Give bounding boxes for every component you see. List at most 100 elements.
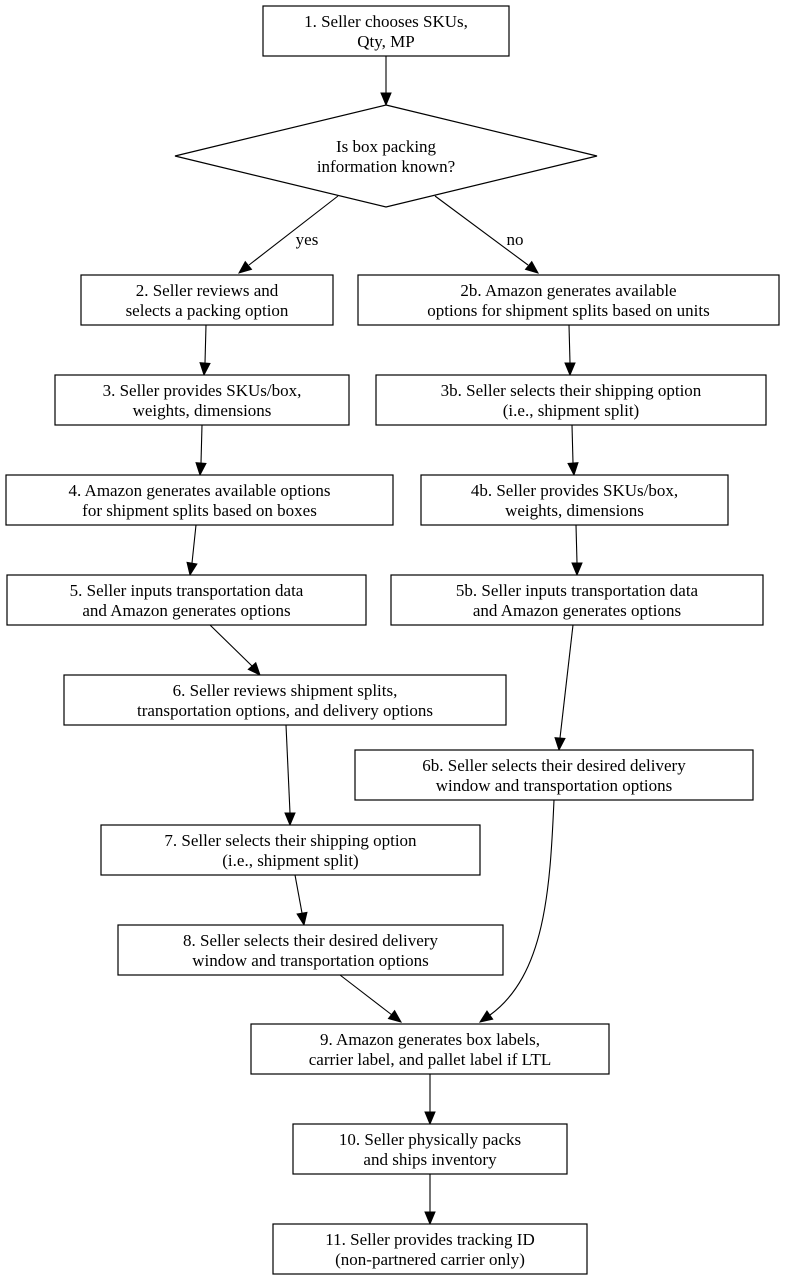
node-n9: 9. Amazon generates box labels,carrier l… (250, 1023, 610, 1075)
arrowhead (195, 462, 207, 477)
edge-n4b-n5b (571, 524, 583, 577)
node-label-line: for shipment splits based on boxes (82, 501, 317, 520)
edge-n2b-n3b (564, 324, 576, 377)
node-n4b: 4b. Seller provides SKUs/box,weights, di… (420, 474, 729, 526)
node-label-line: transportation options, and delivery opt… (137, 701, 433, 720)
edge-line (191, 524, 197, 564)
edge-n4-n5 (186, 524, 198, 577)
node-label-line: Qty, MP (357, 32, 414, 51)
node-n10: 10. Seller physically packsand ships inv… (292, 1123, 568, 1175)
node-label-line: 10. Seller physically packs (339, 1130, 521, 1149)
node-label-line: 4b. Seller provides SKUs/box, (471, 481, 678, 500)
node-n2: 2. Seller reviews andselects a packing o… (80, 274, 334, 326)
arrowhead (296, 911, 308, 927)
arrowhead (567, 462, 579, 477)
node-n3b: 3b. Seller selects their shipping option… (375, 374, 767, 426)
edge-line (200, 424, 203, 464)
decision-diamond (174, 104, 598, 208)
edge-n5-n6 (209, 624, 261, 676)
edge-line (568, 324, 571, 364)
node-label-line: 2. Seller reviews and (136, 281, 279, 300)
node-n7: 7. Seller selects their shipping option(… (100, 824, 481, 876)
arrowhead (524, 260, 540, 274)
node-label-line: (non-partnered carrier only) (335, 1250, 525, 1269)
node-label-line: 2b. Amazon generates available (460, 281, 676, 300)
edge-line (204, 324, 207, 364)
edge-n5b-n6b (554, 624, 574, 752)
node-n4: 4. Amazon generates available optionsfor… (5, 474, 394, 526)
edge-line (489, 799, 555, 1016)
arrowhead (186, 561, 198, 577)
node-label-line: 9. Amazon generates box labels, (320, 1030, 540, 1049)
node-n1: 1. Seller chooses SKUs,Qty, MP (262, 5, 510, 57)
node-label-line: 7. Seller selects their shipping option (164, 831, 417, 850)
edge-n6b-n9 (478, 799, 555, 1023)
arrowhead (199, 362, 211, 377)
edge-d-n2b: no (434, 195, 540, 274)
node-n8: 8. Seller selects their desired delivery… (117, 924, 504, 976)
edge-line (294, 874, 303, 914)
arrowhead (424, 1111, 436, 1126)
node-label-line: window and transportation options (192, 951, 429, 970)
node-n5: 5. Seller inputs transportation dataand … (6, 574, 367, 626)
edge-n2-n3 (199, 324, 211, 377)
node-n3: 3. Seller provides SKUs/box,weights, dim… (54, 374, 350, 426)
node-label-line: information known? (317, 157, 455, 176)
node-n6b: 6b. Seller selects their desired deliver… (354, 749, 754, 801)
edge-n1-d (380, 56, 392, 107)
arrowhead (380, 92, 392, 107)
edge-d-n2: yes (237, 195, 339, 274)
node-label-line: (i.e., shipment split) (503, 401, 639, 420)
edge-n10-n11 (424, 1174, 436, 1226)
edge-line (248, 195, 339, 266)
arrowhead (237, 260, 253, 274)
node-label-line: 11. Seller provides tracking ID (325, 1230, 534, 1249)
edge-n8-n9 (339, 974, 403, 1023)
edge-n3b-n4b (567, 424, 579, 477)
node-label-line: weights, dimensions (505, 501, 644, 520)
node-n2b: 2b. Amazon generates availableoptions fo… (357, 274, 780, 326)
node-label-line: and Amazon generates options (82, 601, 290, 620)
edge-n3-n4 (195, 424, 207, 477)
node-label-line: 5. Seller inputs transportation data (70, 581, 304, 600)
edge-n9-n10 (424, 1074, 436, 1126)
arrowhead (284, 812, 296, 827)
node-label-line: Is box packing (336, 137, 437, 156)
arrowhead (554, 737, 566, 752)
flowchart: yes no 1. Seller chooses SKUs,Qty, MP Is bo… (5, 5, 780, 1275)
edge-line (575, 524, 578, 564)
node-label-line: 3. Seller provides SKUs/box, (103, 381, 302, 400)
node-label-line: weights, dimensions (133, 401, 272, 420)
edge-label: no (507, 230, 524, 249)
node-n5b: 5b. Seller inputs transportation dataand… (390, 574, 764, 626)
edge-label: yes (296, 230, 319, 249)
arrowhead (478, 1010, 494, 1023)
edge-line (339, 974, 393, 1016)
arrowhead (571, 562, 583, 577)
node-label-line: 8. Seller selects their desired delivery (183, 931, 438, 950)
arrowhead (387, 1009, 403, 1023)
edge-line (571, 424, 574, 464)
node-label-line: selects a packing option (126, 301, 289, 320)
edge-n6-n7 (284, 724, 296, 827)
edge-line (285, 724, 291, 814)
node-label-line: 6. Seller reviews shipment splits, (173, 681, 398, 700)
node-label-line: 5b. Seller inputs transportation data (456, 581, 699, 600)
node-label-line: (i.e., shipment split) (222, 851, 358, 870)
node-label-line: 3b. Seller selects their shipping option (441, 381, 702, 400)
node-label-line: 4. Amazon generates available options (69, 481, 331, 500)
node-label-line: 1. Seller chooses SKUs, (304, 12, 468, 31)
node-d-decision: Is box packinginformation known? (174, 104, 598, 208)
node-label-line: carrier label, and pallet label if LTL (309, 1050, 551, 1069)
edge-line (559, 624, 574, 739)
edge-line (209, 624, 253, 667)
edge-n7-n8 (294, 874, 308, 927)
node-label-line: 6b. Seller selects their desired deliver… (422, 756, 686, 775)
node-n6: 6. Seller reviews shipment splits,transp… (63, 674, 507, 726)
node-label-line: options for shipment splits based on uni… (427, 301, 709, 320)
arrowhead (564, 362, 576, 377)
node-n11: 11. Seller provides tracking ID(non-part… (272, 1223, 588, 1275)
arrowhead (424, 1211, 436, 1226)
node-label-line: and Amazon generates options (473, 601, 681, 620)
node-label-line: and ships inventory (363, 1150, 497, 1169)
